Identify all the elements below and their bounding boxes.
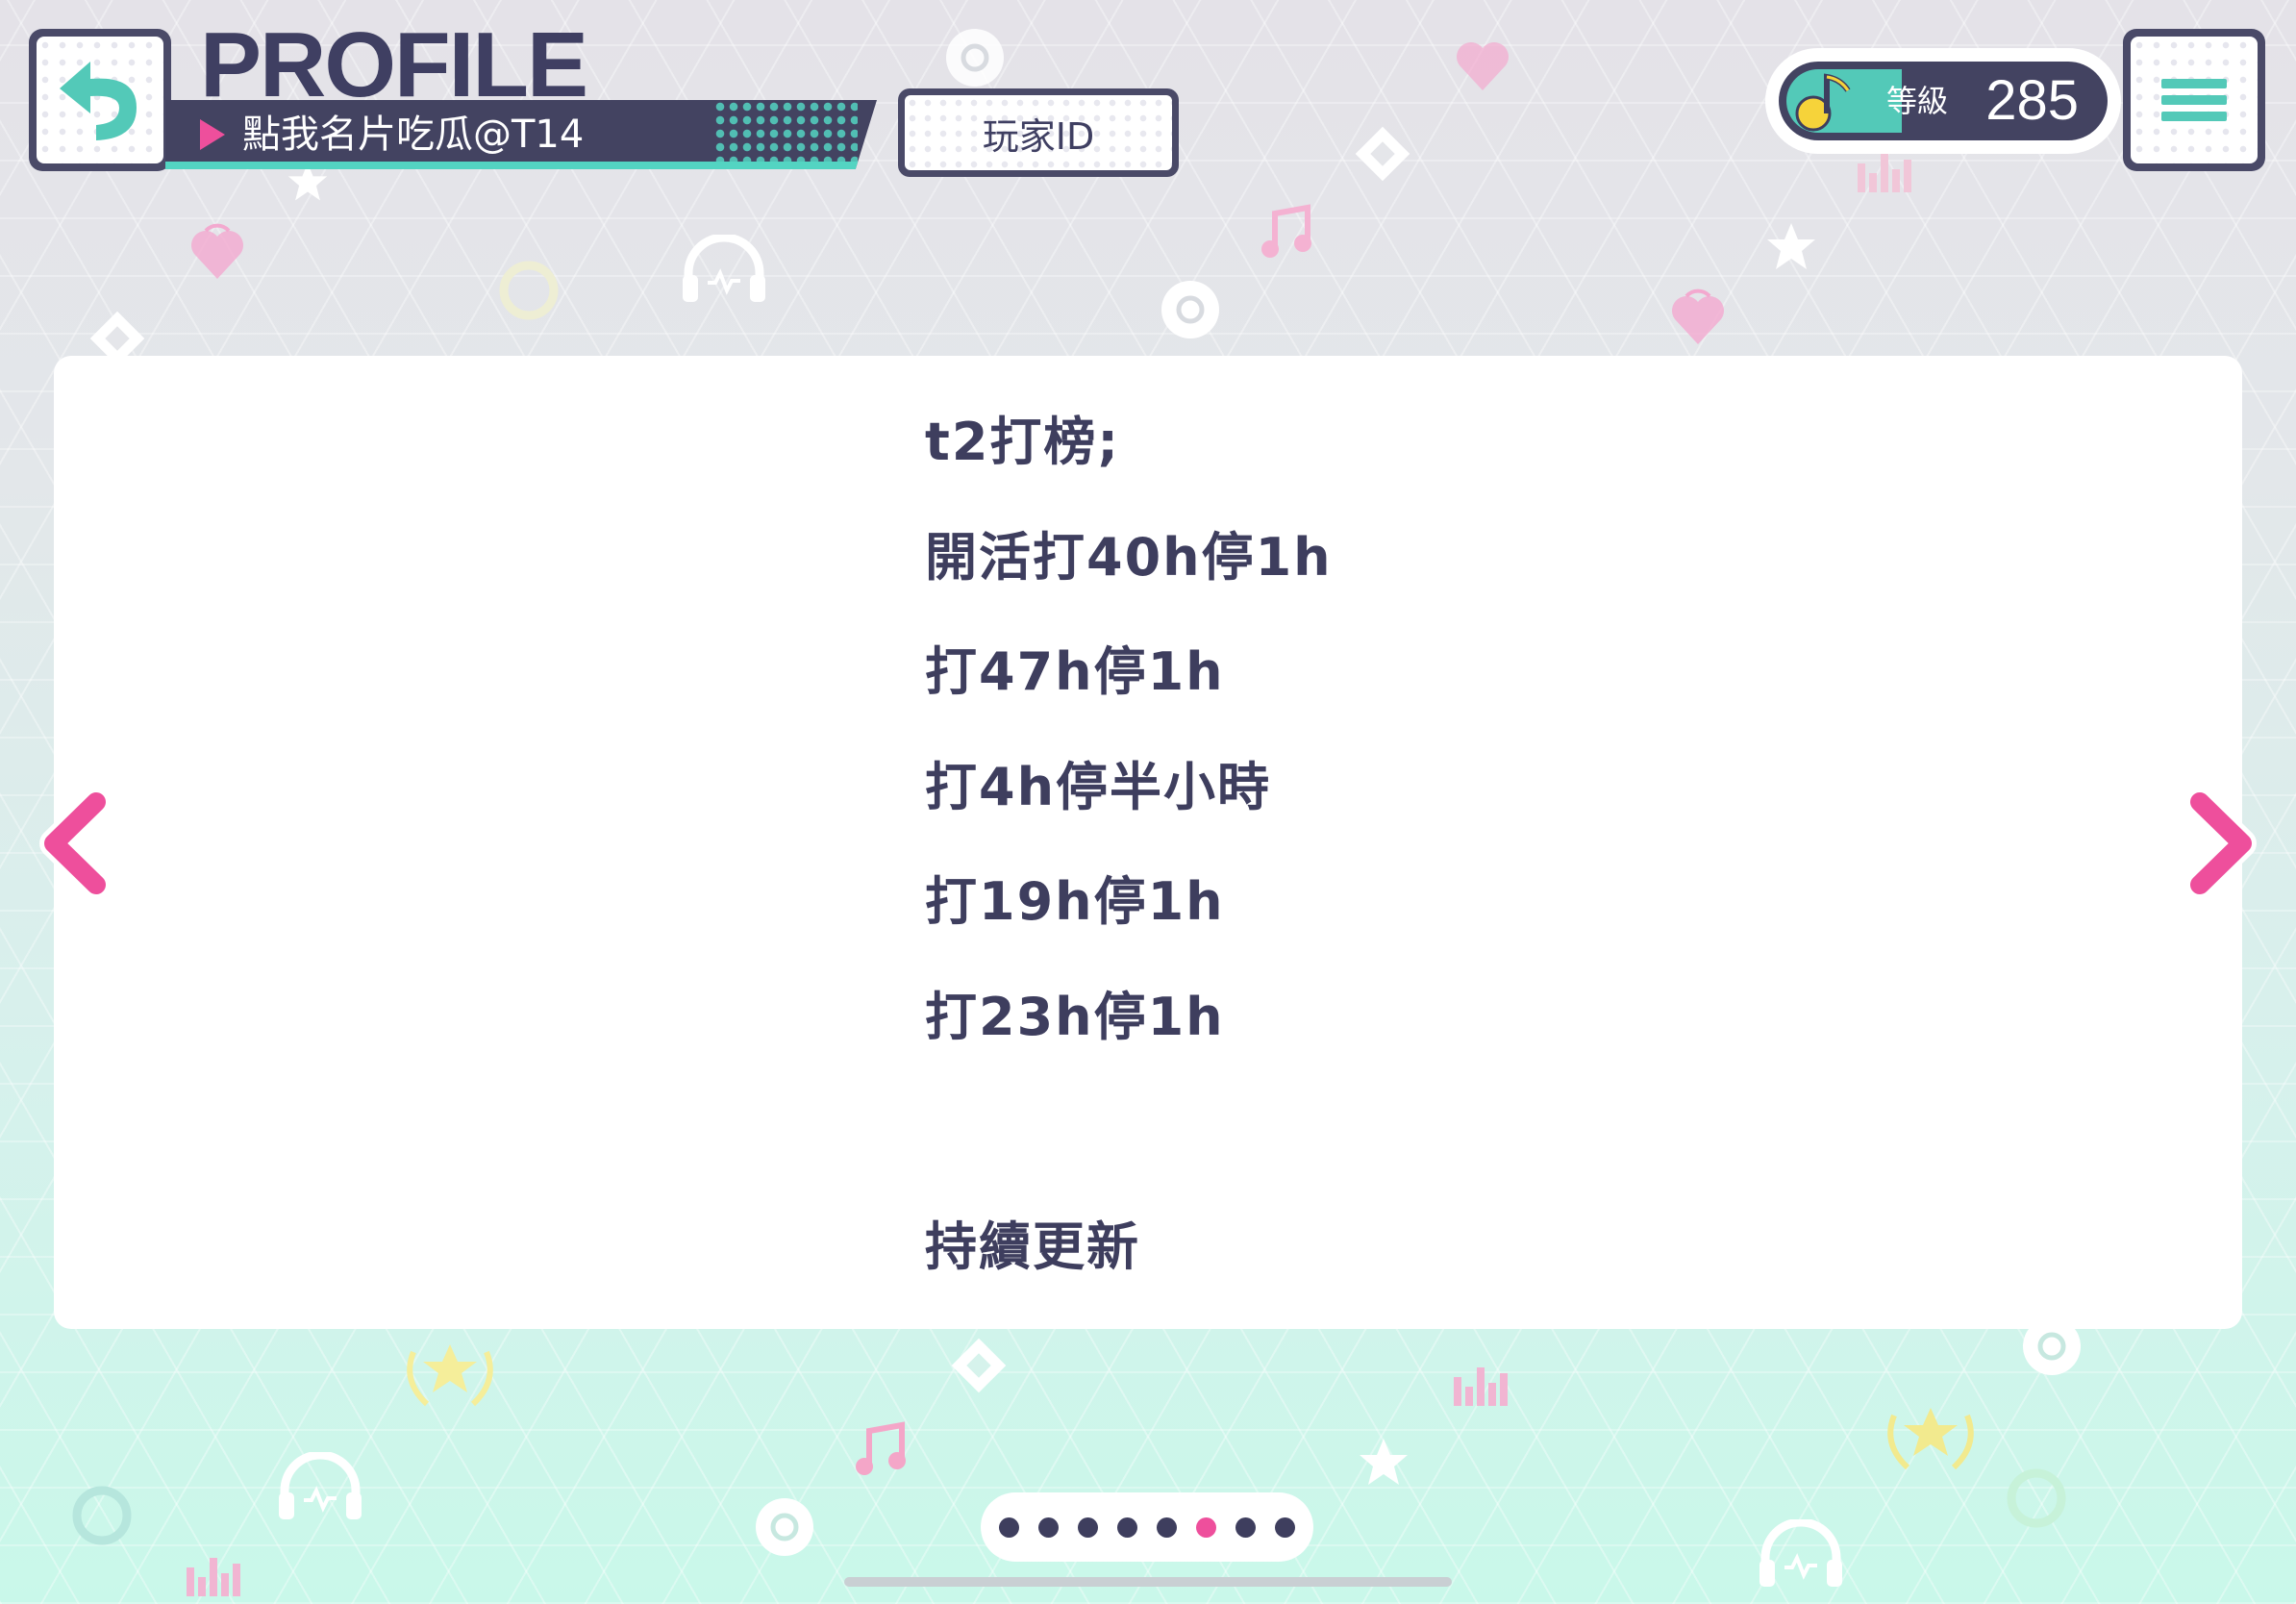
headphones-icon [683, 235, 765, 302]
bio-line: 打23h停1h [925, 986, 1225, 1047]
halftone-decoration [713, 100, 858, 162]
hamburger-menu-icon [2161, 72, 2227, 128]
page-dot[interactable] [1078, 1516, 1098, 1538]
back-button[interactable] [29, 29, 171, 171]
page-dot[interactable] [1235, 1516, 1256, 1538]
circle-ring-icon [499, 261, 559, 320]
headphones-icon [1759, 1519, 1842, 1587]
bio-line: 打19h停1h [925, 871, 1225, 932]
bio-line: 持續更新 [925, 1216, 1140, 1277]
heart-icon [1672, 288, 1724, 344]
player-id-label: 玩家ID [905, 95, 1172, 170]
play-arrow-icon [200, 119, 225, 150]
level-value: 285 [1985, 69, 2079, 132]
music-note-icon [856, 1421, 906, 1475]
player-name: 點我名片吃瓜@T14 [242, 113, 585, 157]
menu-button-face [2131, 37, 2258, 163]
bio-line [925, 1098, 1333, 1214]
equalizer-icon [1454, 1367, 1508, 1406]
home-indicator[interactable] [844, 1577, 1452, 1587]
back-button-face [37, 37, 163, 163]
page-dot[interactable] [1275, 1516, 1295, 1538]
player-id-button[interactable]: 玩家ID [898, 88, 1179, 177]
disc-icon [1161, 281, 1219, 338]
circle-ring-icon [72, 1486, 132, 1545]
page-indicator[interactable] [981, 1492, 1313, 1562]
heart-icon [191, 223, 243, 279]
page-dot-active[interactable] [1196, 1516, 1216, 1538]
level-badge-inner: 等級 285 [1779, 62, 2108, 140]
disc-icon [756, 1498, 813, 1556]
diamond-icon [951, 1338, 1007, 1393]
level-label: 等級 [1886, 83, 1949, 119]
page-title: PROFILE [200, 13, 588, 116]
level-badge: 等級 285 [1765, 48, 2121, 154]
player-name-bar[interactable]: 點我名片吃瓜@T14 [165, 100, 877, 169]
bio-line: 打47h停1h [925, 641, 1225, 702]
music-note-icon [1795, 73, 1851, 132]
bio-line: t2打榜; [925, 412, 1120, 472]
star-icon [1767, 223, 1815, 269]
heart-icon [1457, 42, 1509, 90]
page-dot[interactable] [1157, 1516, 1177, 1538]
bio-line: 打4h停半小時 [925, 756, 1272, 817]
star-icon [1360, 1439, 1408, 1485]
page-dot[interactable] [1117, 1516, 1137, 1538]
page-dot[interactable] [1038, 1516, 1059, 1538]
equalizer-icon [187, 1558, 240, 1596]
music-note-icon [1261, 204, 1311, 258]
page-dot[interactable] [999, 1516, 1019, 1538]
chevron-left-icon[interactable] [37, 790, 113, 896]
back-arrow-icon [60, 62, 137, 140]
laurel-star-icon [1887, 1408, 1974, 1470]
laurel-star-icon [407, 1344, 493, 1407]
circle-ring-icon [2007, 1468, 2066, 1528]
chevron-right-icon[interactable] [2183, 790, 2259, 896]
menu-button[interactable] [2123, 29, 2265, 171]
disc-icon [946, 29, 1004, 87]
bio-line: 開活打40h停1h [925, 526, 1333, 588]
diamond-icon [1355, 126, 1410, 182]
headphones-icon [279, 1452, 362, 1519]
bio-text: t2打榜; 開活打40h停1h 打47h停1h 打4h停半小時 打19h停1h … [925, 409, 1333, 1328]
